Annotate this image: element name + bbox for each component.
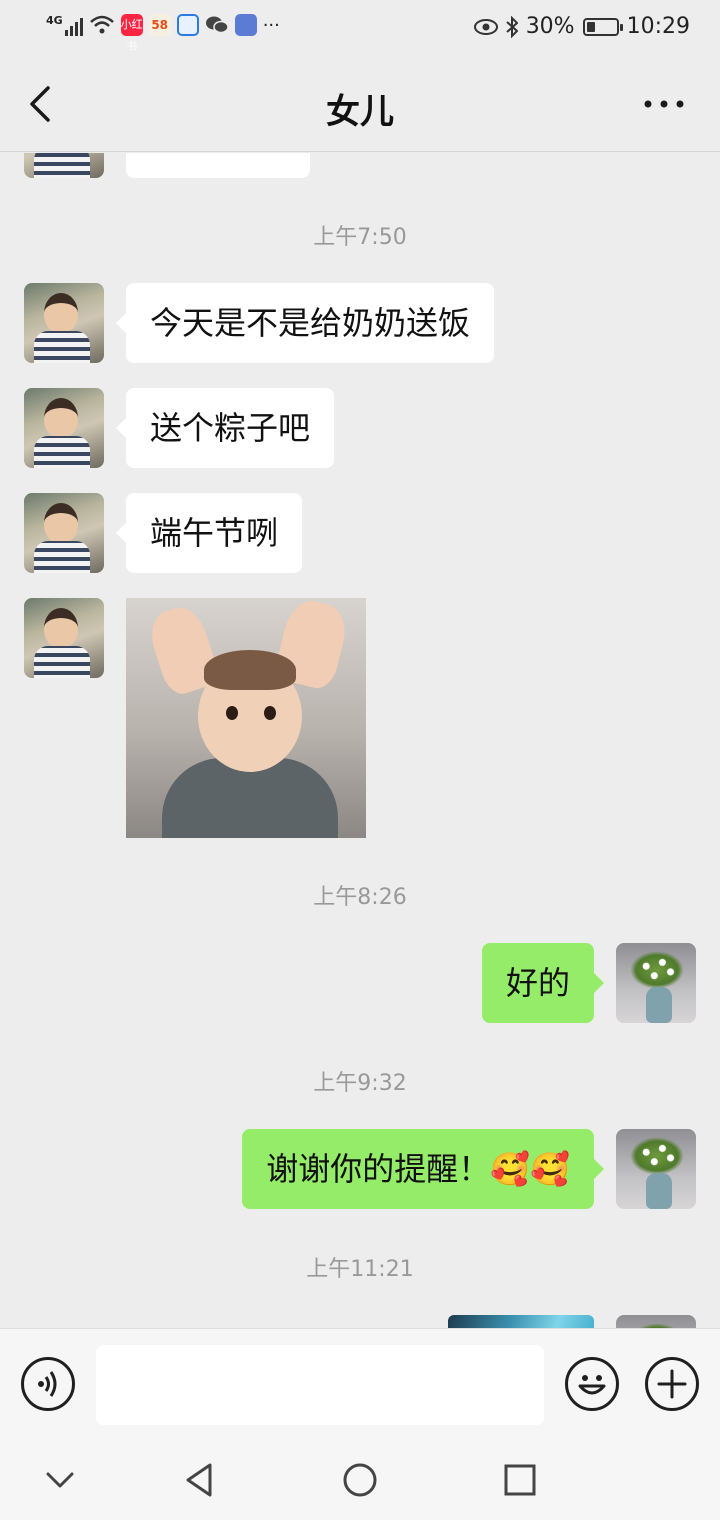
contact-avatar[interactable] — [24, 153, 104, 178]
back-triangle-icon[interactable] — [180, 1460, 220, 1500]
xiaohongshu-icon: 小红书 — [120, 14, 143, 53]
tool-app-icon — [234, 14, 257, 36]
battery-icon — [582, 17, 623, 36]
message-bubble[interactable]: 今天是不是给奶奶送饭 — [115, 283, 495, 363]
chat-title: 女儿 — [326, 92, 394, 132]
signal-icon — [64, 14, 83, 36]
timestamp: 上午8:26 — [313, 885, 407, 910]
plus-icon[interactable] — [645, 1357, 699, 1411]
timestamp: 上午7:50 — [313, 225, 407, 250]
contact-avatar[interactable] — [24, 493, 104, 573]
contact-avatar[interactable] — [24, 598, 104, 678]
contact-avatar[interactable] — [24, 388, 104, 468]
recent-square-icon[interactable] — [500, 1460, 540, 1500]
image-thumbnail[interactable] — [448, 1315, 594, 1328]
clock: 10:29 — [626, 14, 690, 39]
input-bar — [0, 1328, 720, 1440]
battery-percent: 30% — [525, 14, 575, 39]
contact-avatar[interactable] — [24, 283, 104, 363]
message-bubble-sent[interactable]: 好的 — [481, 943, 605, 1023]
my-avatar[interactable] — [616, 1129, 696, 1209]
my-avatar[interactable] — [616, 943, 696, 1023]
more-notifications-icon: ··· — [262, 14, 280, 36]
wifi-icon — [89, 15, 114, 34]
bluetooth-icon — [506, 15, 518, 38]
more-options-icon[interactable] — [644, 96, 684, 112]
message-bubble[interactable]: 端午节咧 — [115, 493, 303, 573]
timestamp: 上午11:21 — [306, 1257, 414, 1282]
message-bubble-partial[interactable] — [126, 153, 310, 178]
app-58-icon: 58 — [148, 14, 171, 36]
network-type: 4G — [46, 14, 63, 27]
my-avatar[interactable] — [616, 1315, 696, 1328]
system-nav-bar — [0, 1440, 720, 1520]
message-input[interactable] — [96, 1345, 544, 1425]
voice-icon[interactable] — [21, 1357, 75, 1411]
status-bar: 4G 小红书 58 ··· 30% 10:29 — [0, 0, 720, 56]
timestamp: 上午9:32 — [313, 1071, 407, 1096]
browser-icon — [176, 14, 199, 36]
home-circle-icon[interactable] — [340, 1460, 380, 1500]
baby-sticker[interactable] — [126, 598, 366, 838]
message-list[interactable]: 上午7:50 今天是不是给奶奶送饭 送个粽子吧 端午节咧 上午8:26 好的 上… — [0, 153, 720, 1328]
eye-comfort-icon — [473, 18, 498, 35]
chat-header: 女儿 — [0, 56, 720, 152]
message-bubble-sent[interactable]: 谢谢你的提醒！🥰🥰 — [242, 1129, 604, 1209]
message-bubble[interactable]: 送个粽子吧 — [115, 388, 335, 468]
emoji-icon[interactable] — [565, 1357, 619, 1411]
chevron-down-icon[interactable] — [40, 1460, 80, 1500]
wechat-icon — [205, 16, 229, 34]
